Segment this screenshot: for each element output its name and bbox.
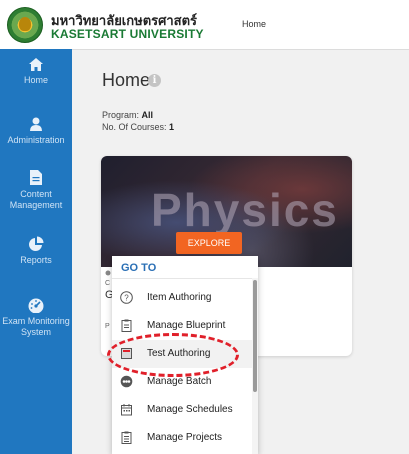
gauge-icon <box>28 298 44 313</box>
menu-item-label: Manage Blueprint <box>147 320 226 331</box>
menu-item-manage-blueprint[interactable]: Manage Blueprint <box>112 312 252 340</box>
program-line: Program: All <box>102 110 153 120</box>
home-icon <box>29 58 43 71</box>
user-icon <box>30 117 42 131</box>
menu-scrollbar-thumb[interactable] <box>253 280 257 392</box>
page-title: Home <box>102 70 151 90</box>
program-label: Program: <box>102 110 140 120</box>
menu-item-label: Manage Schedules <box>147 404 233 415</box>
card-meta-text: C <box>105 280 111 287</box>
course-count-line: No. Of Courses: 1 <box>102 122 174 132</box>
sidebar-item-label: Reports <box>20 255 52 265</box>
sidebar-item-home[interactable]: Home <box>0 57 72 86</box>
batch-icon <box>120 375 133 388</box>
menu-item-label: Manage Batch <box>147 376 212 387</box>
menu-item-label: Test Authoring <box>147 348 211 359</box>
menu-item-manage-projects[interactable]: Manage Projects <box>112 424 252 452</box>
sidebar-item-exam-monitoring[interactable]: Exam Monitoring System <box>0 297 72 338</box>
sidebar-item-content-management[interactable]: Content Management <box>0 169 72 211</box>
university-logo[interactable] <box>7 7 43 43</box>
clipboard-icon <box>121 319 132 332</box>
sidebar-item-label: Content Management <box>9 189 63 210</box>
clipboard-list-icon <box>121 431 132 444</box>
sidebar-item-label: Administration <box>7 135 65 145</box>
menu-item-label: Item Authoring <box>147 292 212 303</box>
sidebar-item-administration[interactable]: Administration <box>0 116 72 146</box>
menu-item-manage-batch[interactable]: Manage Batch <box>112 368 252 396</box>
university-name-english: KASETSART UNIVERSITY <box>51 27 204 41</box>
sidebar-item-reports[interactable]: Reports <box>0 236 72 266</box>
svg-text:?: ? <box>124 294 129 303</box>
explore-button[interactable]: EXPLORE <box>176 232 242 254</box>
menu-item-test-authoring[interactable]: Test Authoring <box>112 340 252 368</box>
goto-header: GO TO <box>112 256 258 279</box>
card-footer-text: P <box>105 323 110 330</box>
courses-value: 1 <box>169 122 175 132</box>
sidebar-item-label: Exam Monitoring System <box>2 316 70 337</box>
question-circle-icon: ? <box>120 291 133 304</box>
test-sheet-icon <box>121 348 132 359</box>
document-icon <box>30 170 42 185</box>
menu-item-label: Manage Projects <box>147 432 223 443</box>
courses-label: No. Of Courses: <box>102 122 167 132</box>
program-value: All <box>141 110 154 120</box>
goto-dropdown-menu: GO TO ? Item Authoring Manage Blueprint … <box>112 256 258 454</box>
menu-item-item-authoring[interactable]: ? Item Authoring <box>112 284 252 312</box>
course-cover-image: Physics EXPLORE <box>101 156 352 267</box>
breadcrumb[interactable]: Home <box>242 19 266 29</box>
menu-item-manage-schedules[interactable]: Manage Schedules <box>112 396 252 424</box>
sidebar: Home Administration Content Management R… <box>0 49 72 454</box>
info-icon[interactable]: i <box>148 74 161 87</box>
sidebar-item-label: Home <box>23 75 48 85</box>
calendar-icon <box>121 404 132 416</box>
cover-title: Physics <box>151 184 339 236</box>
card-meta-icon <box>105 270 111 278</box>
pie-chart-icon <box>29 236 44 251</box>
goto-title: GO TO <box>121 262 157 274</box>
top-header: มหาวิทยาลัยเกษตรศาสตร์ KASETSART UNIVERS… <box>0 0 409 50</box>
